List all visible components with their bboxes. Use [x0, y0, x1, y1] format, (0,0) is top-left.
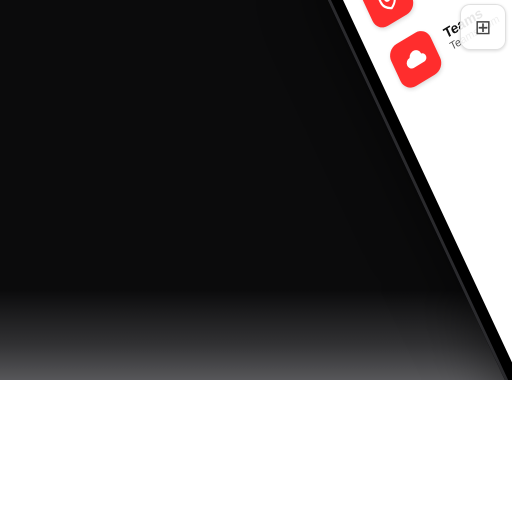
lower-panel: [0, 380, 512, 512]
promo-composite: Teams Teams Microsoft Teams: [0, 0, 512, 512]
grid-glyph: ⊞: [475, 15, 492, 40]
grid-icon[interactable]: ⊞: [460, 4, 506, 50]
cloud-icon: [386, 27, 445, 93]
